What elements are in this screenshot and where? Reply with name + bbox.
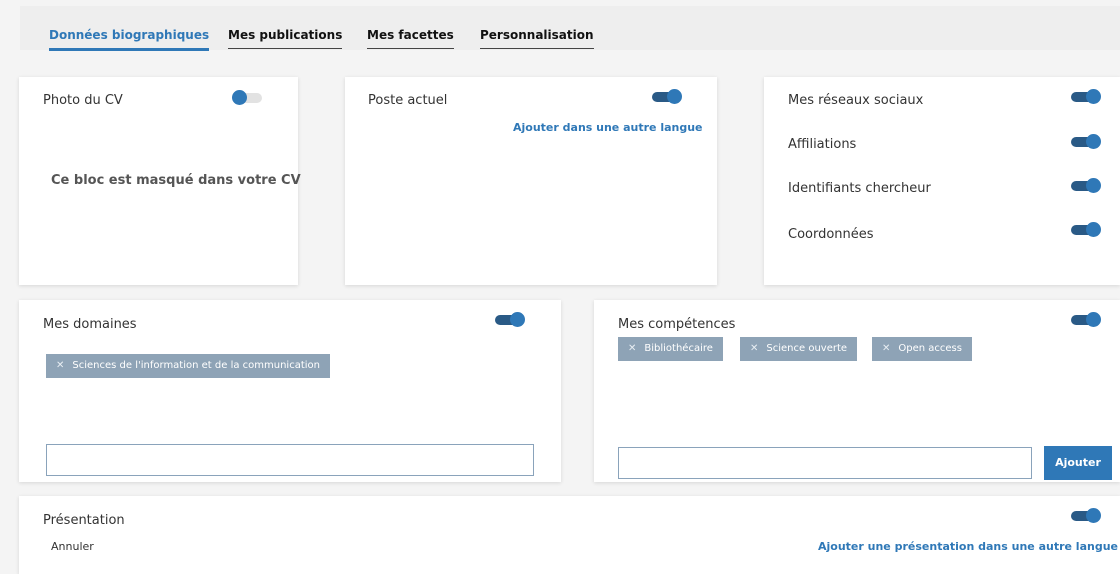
toggle-knob (667, 89, 682, 104)
poste-card-title: Poste actuel (368, 93, 448, 108)
competences-card: Mes compétences ✕ Bibliothécaire ✕ Science… (594, 300, 1120, 482)
add-competence-button[interactable]: Ajouter (1044, 446, 1112, 480)
competences-card-title: Mes compétences (618, 317, 736, 332)
competence-tag: ✕ Open access (872, 337, 972, 361)
masked-block-message: Ce bloc est masqué dans votre CV (51, 173, 301, 188)
social-card: Mes réseaux sociaux Affiliations Identif… (764, 77, 1120, 285)
remove-tag-icon[interactable]: ✕ (56, 354, 64, 378)
toggle-knob (1086, 178, 1101, 193)
toggle-knob (1086, 89, 1101, 104)
competence-tag-label: Science ouverte (766, 343, 848, 354)
cancel-link[interactable]: Annuler (51, 540, 94, 553)
remove-tag-icon[interactable]: ✕ (628, 337, 636, 361)
toggle-knob (510, 312, 525, 327)
tab-personnalisation[interactable]: Personnalisation (480, 28, 594, 49)
researcher-ids-label: Identifiants chercheur (788, 181, 931, 196)
coordinates-label: Coordonnées (788, 227, 874, 242)
toggle-knob (1086, 222, 1101, 237)
domain-tag: ✕ Sciences de l'information et de la comm… (46, 354, 330, 378)
competence-tag-label: Open access (898, 343, 962, 354)
toggle-knob (232, 90, 247, 105)
photo-card: Photo du CV Ce bloc est masqué dans votr… (19, 77, 301, 285)
presentation-card: Présentation Annuler Ajouter une présent… (19, 496, 1120, 574)
toggle-knob (1086, 312, 1101, 327)
presentation-add-language-link[interactable]: Ajouter une présentation dans une autre … (818, 540, 1118, 553)
photo-toggle[interactable] (232, 90, 262, 106)
social-networks-label: Mes réseaux sociaux (788, 93, 924, 108)
domaines-toggle[interactable] (495, 312, 525, 328)
domaines-input[interactable] (46, 444, 534, 476)
poste-toggle[interactable] (652, 89, 682, 105)
social-networks-toggle[interactable] (1071, 89, 1101, 105)
tab-mes-facettes[interactable]: Mes facettes (367, 28, 454, 49)
presentation-toggle[interactable] (1071, 508, 1101, 524)
domain-tag-label: Sciences de l'information et de la commu… (72, 360, 320, 371)
poste-card: Poste actuel Ajouter dans une autre lang… (345, 77, 717, 285)
tab-mes-publications[interactable]: Mes publications (228, 28, 343, 49)
presentation-card-title: Présentation (43, 513, 125, 528)
poste-add-language-link[interactable]: Ajouter dans une autre langue (513, 121, 703, 134)
affiliations-label: Affiliations (788, 137, 857, 152)
toggle-knob (1086, 508, 1101, 523)
researcher-ids-toggle[interactable] (1071, 178, 1101, 194)
remove-tag-icon[interactable]: ✕ (882, 337, 890, 361)
photo-card-title: Photo du CV (43, 93, 123, 108)
tab-bar: Données biographiques Mes publications M… (20, 6, 1120, 51)
competences-toggle[interactable] (1071, 312, 1101, 328)
toggle-knob (1086, 134, 1101, 149)
coordinates-toggle[interactable] (1071, 222, 1101, 238)
affiliations-toggle[interactable] (1071, 134, 1101, 150)
competence-tag-label: Bibliothécaire (644, 343, 713, 354)
tab-donnees-biographiques[interactable]: Données biographiques (49, 28, 210, 51)
domaines-card-title: Mes domaines (43, 317, 137, 332)
competence-tag: ✕ Science ouverte (740, 337, 858, 361)
competences-input[interactable] (618, 447, 1032, 479)
remove-tag-icon[interactable]: ✕ (750, 337, 758, 361)
domaines-card: Mes domaines ✕ Sciences de l'information … (19, 300, 561, 482)
competence-tag: ✕ Bibliothécaire (618, 337, 723, 361)
